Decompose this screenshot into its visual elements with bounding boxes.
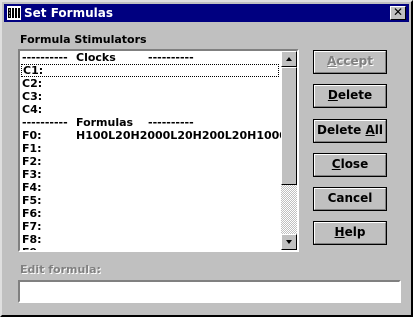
help-button[interactable]: Help	[313, 221, 387, 245]
delete-all-label: Delete All	[317, 123, 383, 137]
list-item-c1: ----------	[22, 51, 68, 64]
list-item[interactable]: F0: H100L20H2000L20H200L20H1000	[20, 129, 281, 142]
help-label: Help	[334, 225, 366, 239]
scroll-down-button[interactable]	[281, 234, 297, 250]
list-item-c1: C3:	[22, 90, 43, 103]
list-item-c1: F4:	[22, 181, 42, 194]
list-item-c2: H100L20H2000L20H200L20H1000	[76, 129, 281, 142]
list-item[interactable]: C2:	[20, 77, 281, 90]
vertical-scrollbar[interactable]	[281, 51, 297, 250]
cancel-label: Cancel	[327, 191, 373, 205]
list-item-c3: ----------	[148, 116, 194, 129]
list-item[interactable]: F4:	[20, 181, 281, 194]
delete-all-button[interactable]: Delete All	[313, 119, 387, 143]
scroll-thumb[interactable]	[281, 67, 297, 185]
list-item[interactable]: ---------- Formulas ----------	[20, 116, 281, 129]
list-item-c1: C4:	[22, 103, 43, 116]
edit-formula-label: Edit formula:	[20, 263, 101, 276]
app-icon	[7, 6, 21, 20]
formula-stimulators-label: Formula Stimulators	[20, 33, 147, 46]
list-item-c1: F6:	[22, 207, 42, 220]
list-item[interactable]: C1:	[21, 64, 279, 77]
list-item-c3: ----------	[148, 51, 194, 64]
list-item[interactable]: F9:	[20, 246, 281, 250]
list-item-c2: Clocks	[76, 51, 116, 64]
list-item-c1: F5:	[22, 194, 42, 207]
list-item-c1: F1:	[22, 142, 42, 155]
title-bar[interactable]: Set Formulas ✕	[4, 4, 409, 22]
list-item[interactable]: F8:	[20, 233, 281, 246]
list-item-c1: F2:	[22, 155, 42, 168]
cancel-button[interactable]: Cancel	[313, 187, 387, 211]
close-label: Close	[331, 157, 369, 171]
formula-list[interactable]: ---------- Clocks ---------- C1: C2: C3: C4: --…	[18, 49, 299, 252]
list-item[interactable]: C3:	[20, 90, 281, 103]
list-item[interactable]: F6:	[20, 207, 281, 220]
accept-button[interactable]: Accept	[313, 50, 387, 74]
list-item-c1: F8:	[22, 233, 42, 246]
list-item-c1: F7:	[22, 220, 42, 233]
edit-formula-input[interactable]	[18, 280, 401, 303]
scroll-up-button[interactable]	[281, 51, 297, 67]
list-item-c1: C1:	[23, 64, 44, 77]
list-item[interactable]: F5:	[20, 194, 281, 207]
list-item[interactable]: F3:	[20, 168, 281, 181]
list-item-c1: F9:	[22, 246, 42, 250]
set-formulas-dialog: Set Formulas ✕ Formula Stimulators -----…	[0, 0, 413, 317]
list-item[interactable]: C4:	[20, 103, 281, 116]
close-icon: ✕	[392, 5, 404, 19]
list-item[interactable]: F7:	[20, 220, 281, 233]
list-item-c2: Formulas	[76, 116, 134, 129]
close-window-button[interactable]: ✕	[390, 5, 406, 20]
delete-button[interactable]: Delete	[313, 84, 387, 108]
list-item-c1: ----------	[22, 116, 68, 129]
formula-list-rows: ---------- Clocks ---------- C1: C2: C3: C4: --…	[20, 51, 281, 250]
list-item-c1: F0:	[22, 129, 42, 142]
list-item[interactable]: ---------- Clocks ----------	[20, 51, 281, 64]
delete-label: Delete	[327, 88, 373, 102]
arrow-up-icon	[286, 57, 292, 61]
list-item-c1: C2:	[22, 77, 43, 90]
close-button[interactable]: Close	[313, 153, 387, 177]
arrow-down-icon	[286, 240, 292, 244]
list-item-c1: F3:	[22, 168, 42, 181]
list-item[interactable]: F1:	[20, 142, 281, 155]
accept-label: Accept	[327, 54, 373, 68]
list-item[interactable]: F2:	[20, 155, 281, 168]
window-title: Set Formulas	[24, 6, 113, 20]
